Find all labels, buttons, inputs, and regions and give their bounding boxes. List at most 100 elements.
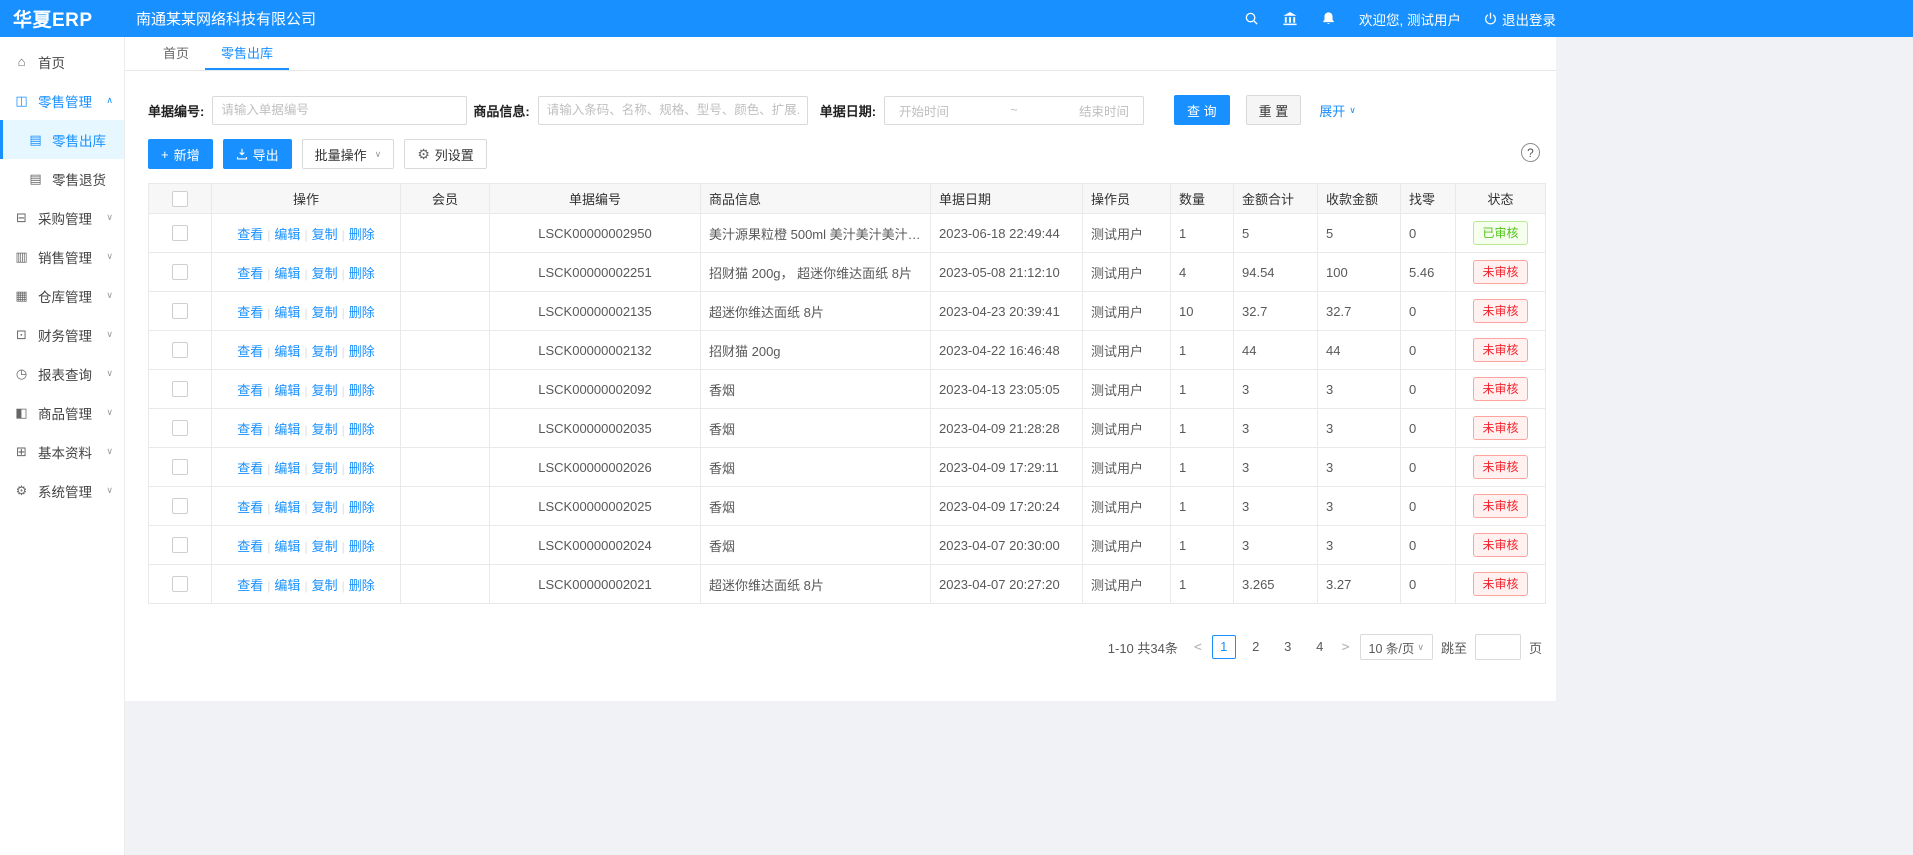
bill-no-cell: LSCK00000002251 (490, 253, 701, 292)
row-checkbox[interactable] (172, 420, 188, 436)
row-checkbox[interactable] (172, 303, 188, 319)
copy-link[interactable]: 复制 (312, 422, 338, 437)
bank-icon[interactable] (1282, 11, 1298, 26)
row-checkbox[interactable] (172, 498, 188, 514)
delete-link[interactable]: 删除 (349, 500, 375, 515)
edit-link[interactable]: 编辑 (274, 344, 300, 359)
prev-page-button[interactable]: < (1192, 640, 1204, 655)
chevron-down-icon: ∨ (106, 329, 113, 340)
row-checkbox[interactable] (172, 537, 188, 553)
row-checkbox[interactable] (172, 459, 188, 475)
edit-link[interactable]: 编辑 (274, 500, 300, 515)
date-range-picker[interactable]: 开始时间 ~ 结束时间 (884, 96, 1144, 125)
bell-icon[interactable] (1321, 11, 1336, 26)
view-link[interactable]: 查看 (237, 578, 263, 593)
expand-link[interactable]: 展开 ∨ (1319, 101, 1356, 120)
delete-link[interactable]: 删除 (349, 227, 375, 242)
copy-link[interactable]: 复制 (312, 305, 338, 320)
view-link[interactable]: 查看 (237, 461, 263, 476)
search-icon[interactable] (1244, 11, 1259, 26)
search-button[interactable]: 查 询 (1174, 95, 1230, 125)
copy-link[interactable]: 复制 (312, 344, 338, 359)
delete-link[interactable]: 删除 (349, 539, 375, 554)
row-checkbox[interactable] (172, 576, 188, 592)
help-icon[interactable]: ? (1521, 143, 1540, 162)
page-size-select[interactable]: 10 条/页 ∨ (1360, 634, 1433, 660)
report-icon: ◷ (14, 366, 29, 382)
tab-retail-outbound[interactable]: 零售出库 (205, 37, 289, 70)
copy-link[interactable]: 复制 (312, 500, 338, 515)
jump-input[interactable] (1475, 634, 1521, 660)
page-button-1[interactable]: 1 (1212, 635, 1236, 659)
download-icon (236, 148, 248, 160)
copy-link[interactable]: 复制 (312, 539, 338, 554)
copy-link[interactable]: 复制 (312, 266, 338, 281)
select-all-checkbox[interactable] (172, 191, 188, 207)
columns-button[interactable]: ⚙ 列设置 (404, 139, 487, 169)
member-cell (401, 487, 490, 526)
edit-link[interactable]: 编辑 (274, 578, 300, 593)
view-link[interactable]: 查看 (237, 227, 263, 242)
next-page-button[interactable]: > (1340, 640, 1352, 655)
delete-link[interactable]: 删除 (349, 578, 375, 593)
page-button-2[interactable]: 2 (1244, 635, 1268, 659)
edit-link[interactable]: 编辑 (274, 422, 300, 437)
page-button-3[interactable]: 3 (1276, 635, 1300, 659)
edit-link[interactable]: 编辑 (274, 539, 300, 554)
welcome-user[interactable]: 欢迎您, 测试用户 (1359, 9, 1461, 29)
edit-link[interactable]: 编辑 (274, 227, 300, 242)
view-link[interactable]: 查看 (237, 383, 263, 398)
delete-link[interactable]: 删除 (349, 422, 375, 437)
view-link[interactable]: 查看 (237, 305, 263, 320)
view-link[interactable]: 查看 (237, 539, 263, 554)
row-checkbox[interactable] (172, 225, 188, 241)
sidebar-item-home[interactable]: ⌂首页 (0, 42, 124, 81)
view-link[interactable]: 查看 (237, 344, 263, 359)
sidebar-item-goods[interactable]: ◧商品管理∨ (0, 393, 124, 432)
batch-button[interactable]: 批量操作 ∨ (302, 139, 395, 169)
bill-no-input[interactable] (212, 96, 467, 125)
sidebar-item-retail-outbound[interactable]: ▤零售出库 (0, 120, 124, 159)
sidebar-item-purchase[interactable]: ⊟采购管理∨ (0, 198, 124, 237)
sidebar-item-report[interactable]: ◷报表查询∨ (0, 354, 124, 393)
copy-link[interactable]: 复制 (312, 227, 338, 242)
product-cell: 香烟 (701, 448, 931, 487)
edit-link[interactable]: 编辑 (274, 305, 300, 320)
row-checkbox[interactable] (172, 342, 188, 358)
delete-link[interactable]: 删除 (349, 461, 375, 476)
edit-link[interactable]: 编辑 (274, 383, 300, 398)
copy-link[interactable]: 复制 (312, 461, 338, 476)
row-checkbox[interactable] (172, 264, 188, 280)
column-header-member: 会员 (401, 184, 490, 214)
sidebar-item-system[interactable]: ⚙系统管理∨ (0, 471, 124, 510)
view-link[interactable]: 查看 (237, 500, 263, 515)
export-button[interactable]: 导出 (223, 139, 292, 169)
basic-icon: ⊞ (14, 444, 29, 460)
sidebar-item-label: 系统管理 (38, 481, 92, 501)
delete-link[interactable]: 删除 (349, 383, 375, 398)
sidebar-item-retail-return[interactable]: ▤零售退货 (0, 159, 124, 198)
status-cell: 已审核 (1456, 214, 1546, 253)
page-button-4[interactable]: 4 (1308, 635, 1332, 659)
sidebar-item-basic[interactable]: ⊞基本资料∨ (0, 432, 124, 471)
delete-link[interactable]: 删除 (349, 344, 375, 359)
sidebar-item-retail[interactable]: ◫零售管理∧ (0, 81, 124, 120)
divider: | (304, 267, 307, 281)
copy-link[interactable]: 复制 (312, 578, 338, 593)
reset-button[interactable]: 重 置 (1246, 95, 1302, 125)
row-checkbox[interactable] (172, 381, 188, 397)
sidebar-item-finance[interactable]: ⊡财务管理∨ (0, 315, 124, 354)
view-link[interactable]: 查看 (237, 422, 263, 437)
sidebar-item-sales[interactable]: ▥销售管理∨ (0, 237, 124, 276)
tab-home[interactable]: 首页 (147, 37, 205, 70)
copy-link[interactable]: 复制 (312, 383, 338, 398)
sidebar-item-warehouse[interactable]: ▦仓库管理∨ (0, 276, 124, 315)
logout-button[interactable]: 退出登录 (1484, 9, 1556, 29)
view-link[interactable]: 查看 (237, 266, 263, 281)
add-button[interactable]: + 新增 (148, 139, 213, 169)
edit-link[interactable]: 编辑 (274, 266, 300, 281)
product-input[interactable] (538, 96, 808, 125)
delete-link[interactable]: 删除 (349, 305, 375, 320)
edit-link[interactable]: 编辑 (274, 461, 300, 476)
delete-link[interactable]: 删除 (349, 266, 375, 281)
